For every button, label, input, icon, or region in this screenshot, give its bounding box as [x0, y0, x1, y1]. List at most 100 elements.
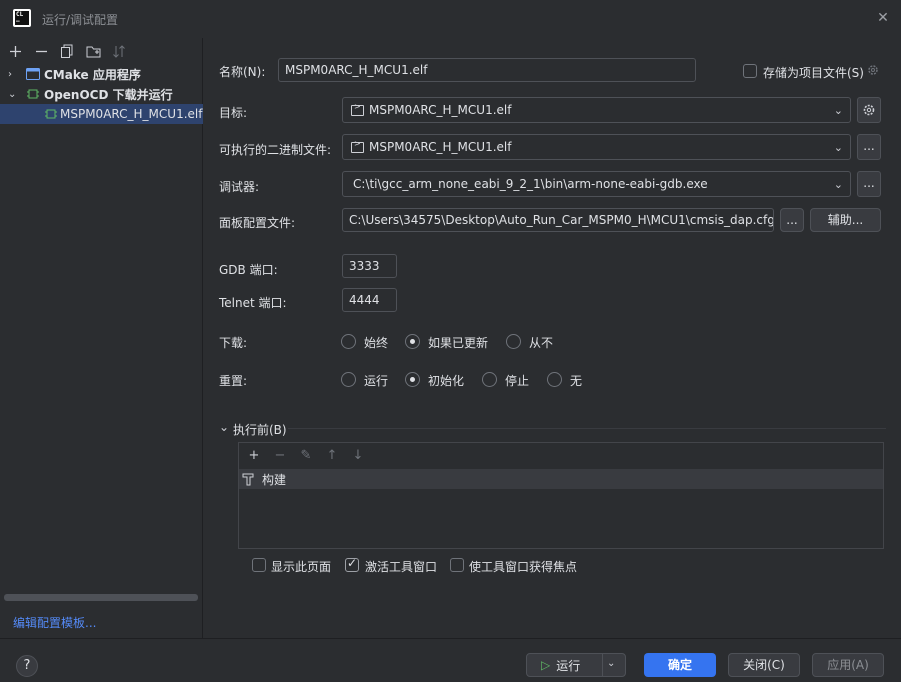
- gdb-port-label: GDB 端口:: [219, 263, 278, 277]
- focus-tool-window-checkbox[interactable]: [450, 558, 464, 572]
- gear-icon[interactable]: [866, 63, 880, 77]
- tree-toolbar: [4, 40, 130, 62]
- target-select[interactable]: MSPM0ARC_H_MCU1.elf ⌄: [342, 97, 851, 123]
- executable-browse-button[interactable]: ...: [857, 134, 881, 160]
- telnet-port-label: Telnet 端口:: [219, 296, 287, 310]
- tree-item-selected[interactable]: MSPM0ARC_H_MCU1.elf: [0, 104, 203, 124]
- config-form: 名称(N): MSPM0ARC_H_MCU1.elf 存储为项目文件(S) 目标…: [204, 38, 901, 638]
- before-launch-label[interactable]: 执行前(B): [233, 421, 287, 438]
- board-config-label: 面板配置文件:: [219, 216, 296, 230]
- reset-none-radio[interactable]: [547, 372, 562, 387]
- tree-item-label: MSPM0ARC_H_MCU1.elf: [60, 107, 203, 121]
- debugger-select[interactable]: C:\ti\gcc_arm_none_eabi_9_2_1\bin\arm-no…: [342, 171, 851, 197]
- add-icon[interactable]: [4, 40, 26, 62]
- sort-icon[interactable]: [108, 40, 130, 62]
- download-never-label: 从不: [529, 336, 554, 350]
- name-input[interactable]: MSPM0ARC_H_MCU1.elf: [278, 58, 696, 82]
- reset-init-radio[interactable]: [405, 372, 420, 387]
- title-bar: CL — 运行/调试配置 ✕: [0, 0, 901, 38]
- show-page-checkbox[interactable]: [252, 558, 266, 572]
- reset-halt-label: 停止: [505, 374, 530, 388]
- gdb-port-input[interactable]: 3333: [342, 254, 397, 278]
- run-button[interactable]: ▷ 运行 ⌄: [526, 653, 626, 677]
- download-if-updated-label: 如果已更新: [428, 336, 489, 350]
- cmake-app-icon: [26, 68, 40, 80]
- debugger-label: 调试器:: [219, 180, 260, 194]
- run-label: 运行: [556, 658, 581, 673]
- remove-icon[interactable]: −: [269, 448, 291, 463]
- terminal-icon: [351, 139, 364, 153]
- list-item[interactable]: 构建: [239, 469, 883, 489]
- chip-icon: [27, 89, 39, 99]
- store-as-project-checkbox[interactable]: [743, 64, 757, 78]
- chip-icon: [45, 109, 57, 119]
- board-config-browse-button[interactable]: ...: [780, 208, 804, 232]
- chevron-down-icon[interactable]: ⌄: [607, 658, 615, 669]
- folder-icon[interactable]: [82, 40, 104, 62]
- apply-button[interactable]: 应用(A): [812, 653, 884, 677]
- close-button[interactable]: 关闭(C): [728, 653, 800, 677]
- section-divider: [288, 428, 886, 429]
- terminal-icon: [351, 102, 364, 116]
- chevron-down-icon: ⌄: [833, 141, 843, 154]
- help-button[interactable]: ?: [16, 655, 38, 677]
- move-down-icon[interactable]: ↓: [347, 448, 369, 463]
- config-tree: › CMake 应用程序 ⌄ OpenOCD 下载并运行 MSPM0ARC_H_…: [0, 64, 203, 124]
- target-label: 目标:: [219, 106, 248, 120]
- move-up-icon[interactable]: ↑: [321, 448, 343, 463]
- assist-button[interactable]: 辅助...: [810, 208, 881, 232]
- before-launch-panel: + − ✎ ↑ ↓ 构建: [238, 442, 884, 549]
- config-tree-panel: › CMake 应用程序 ⌄ OpenOCD 下载并运行 MSPM0ARC_H_…: [0, 38, 203, 638]
- chevron-right-icon[interactable]: ›: [8, 69, 20, 80]
- executable-label: 可执行的二进制文件:: [219, 143, 332, 157]
- debugger-value: C:\ti\gcc_arm_none_eabi_9_2_1\bin\arm-no…: [353, 177, 708, 191]
- horizontal-scrollbar[interactable]: [4, 594, 198, 601]
- add-icon[interactable]: +: [243, 448, 265, 463]
- reset-label: 重置:: [219, 374, 248, 388]
- reset-halt-radio[interactable]: [482, 372, 497, 387]
- debugger-browse-button[interactable]: ...: [857, 171, 881, 197]
- download-label: 下载:: [219, 336, 248, 350]
- tree-group-cmake[interactable]: › CMake 应用程序: [0, 64, 203, 84]
- download-if-updated-radio[interactable]: [405, 334, 420, 349]
- reset-run-label: 运行: [364, 374, 389, 388]
- window-title: 运行/调试配置: [42, 13, 119, 27]
- dialog-footer: ? ▷ 运行 ⌄ 确定 关闭(C) 应用(A): [0, 638, 901, 682]
- target-settings-button[interactable]: [857, 97, 881, 123]
- copy-icon[interactable]: [56, 40, 78, 62]
- reset-run-radio[interactable]: [341, 372, 356, 387]
- tree-group-label: OpenOCD 下载并运行: [44, 87, 173, 102]
- activate-tool-window-label: 激活工具窗口: [365, 560, 438, 574]
- download-never-radio[interactable]: [506, 334, 521, 349]
- chevron-down-icon[interactable]: ⌄: [219, 420, 229, 434]
- download-always-radio[interactable]: [341, 334, 356, 349]
- reset-none-label: 无: [570, 374, 583, 388]
- chevron-down-icon: ⌄: [833, 178, 843, 191]
- board-config-input[interactable]: C:\Users\34575\Desktop\Auto_Run_Car_MSPM…: [342, 208, 774, 232]
- tree-group-label: CMake 应用程序: [44, 67, 141, 82]
- show-page-label: 显示此页面: [271, 560, 332, 574]
- target-value: MSPM0ARC_H_MCU1.elf: [369, 103, 512, 117]
- executable-value: MSPM0ARC_H_MCU1.elf: [369, 140, 512, 154]
- hammer-icon: [242, 473, 254, 486]
- activate-tool-window-checkbox[interactable]: [345, 556, 359, 572]
- close-icon[interactable]: ✕: [874, 9, 892, 27]
- reset-init-label: 初始化: [428, 374, 465, 388]
- edit-pencil-icon[interactable]: ✎: [295, 448, 317, 463]
- tree-group-openocd[interactable]: ⌄ OpenOCD 下载并运行: [0, 84, 203, 104]
- download-always-label: 始终: [364, 336, 389, 350]
- clion-logo-icon: CL —: [13, 9, 31, 27]
- name-label: 名称(N):: [219, 65, 266, 79]
- remove-icon[interactable]: [30, 40, 52, 62]
- edit-templates-link[interactable]: 编辑配置模板...: [13, 614, 96, 631]
- store-as-project-label: 存储为项目文件(S): [763, 66, 864, 80]
- executable-select[interactable]: MSPM0ARC_H_MCU1.elf ⌄: [342, 134, 851, 160]
- focus-tool-window-label: 使工具窗口获得焦点: [469, 560, 578, 574]
- play-icon: ▷: [541, 658, 551, 672]
- chevron-down-icon: ⌄: [833, 104, 843, 117]
- before-launch-toolbar: + − ✎ ↑ ↓: [243, 445, 369, 465]
- telnet-port-input[interactable]: 4444: [342, 288, 397, 312]
- divider: [602, 654, 603, 676]
- ok-button[interactable]: 确定: [644, 653, 716, 677]
- chevron-down-icon[interactable]: ⌄: [8, 89, 20, 100]
